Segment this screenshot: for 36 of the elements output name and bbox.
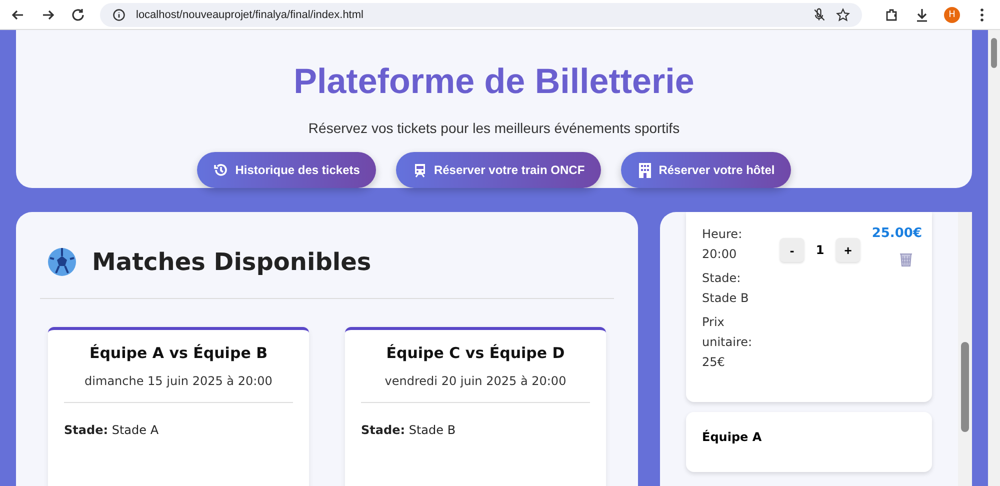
match-title: Équipe A vs Équipe B [88,344,269,362]
stadium-text: Stade: Stade A [64,423,160,437]
time-value: 20:00 [702,246,738,263]
stadium-label: Stade: [702,270,742,287]
mic-off-icon[interactable] [812,8,826,22]
stadium-value: Stade B [702,290,750,307]
soccer-ball-icon [46,246,78,278]
subtitle: Réservez vos tickets pour les meilleurs événements sportifs [308,120,680,136]
time-label: Heure: [702,226,744,243]
section-title: Matches Disponibles [92,248,372,276]
trash-icon[interactable] [898,251,914,267]
match-date: dimanche 15 juin 2025 à 20:00 [64,374,293,403]
star-icon[interactable] [836,8,850,22]
unit-price-value: 25€ [702,354,726,371]
page-title: Plateforme de Billetterie [294,62,694,102]
info-icon[interactable] [112,8,126,22]
decrease-button[interactable]: - [780,238,804,262]
stadium-text: Stade: Stade B [361,423,457,437]
scrollbar[interactable] [958,212,972,486]
train-button[interactable]: Réserver votre train ONCF [396,152,601,188]
profile-avatar[interactable]: H [944,6,960,22]
quantity-value: 1 [814,242,826,259]
match-date: vendredi 20 juin 2025 à 20:00 [361,374,590,403]
download-icon[interactable] [914,6,930,22]
hotel-button[interactable]: Réserver votre hôtel [620,152,791,188]
reload-icon[interactable] [70,6,86,22]
building-icon [636,162,653,178]
page-scrollbar[interactable] [988,30,1000,486]
increase-button[interactable]: + [836,238,860,262]
cart-item-title: Équipe A [702,430,762,444]
unit-price-label: Prix unitaire: [702,314,754,351]
address-bar[interactable]: localhost/nouveauprojet/finalya/final/index.html [100,2,862,26]
item-total: 25.00€ [872,226,922,241]
match-title: Équipe C vs Équipe D [385,344,566,362]
history-icon [213,162,230,178]
history-button[interactable]: Historique des tickets [197,152,376,188]
